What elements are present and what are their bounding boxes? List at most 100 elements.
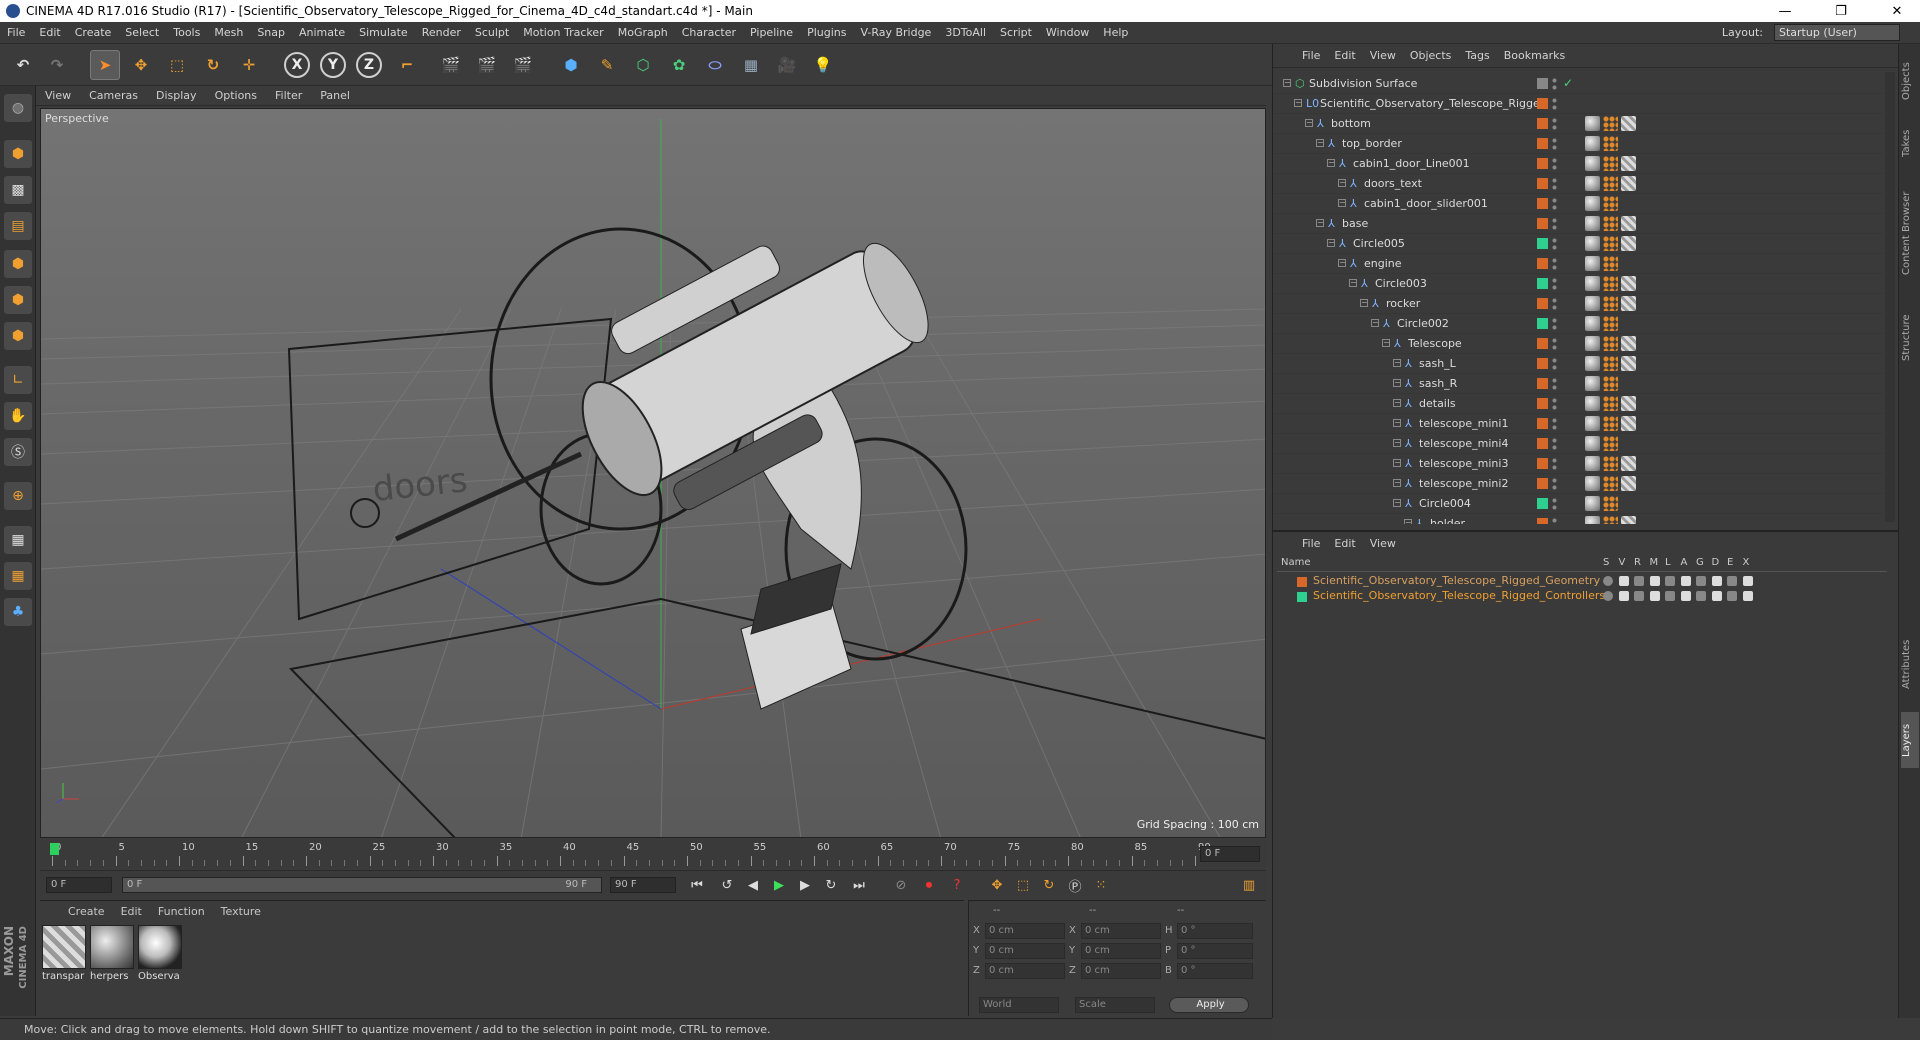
visibility-dots[interactable] bbox=[1552, 117, 1557, 131]
object-row[interactable]: − ⅄ sash_R bbox=[1273, 374, 1883, 394]
constraint-tag-icon[interactable] bbox=[1603, 436, 1618, 451]
visibility-dots[interactable] bbox=[1552, 97, 1557, 111]
deformer-icon[interactable]: ⬭ bbox=[700, 50, 730, 80]
texture-tag-icon[interactable] bbox=[1621, 516, 1636, 524]
layer-flag-icon[interactable] bbox=[1696, 576, 1706, 586]
scale-tool-icon[interactable]: ⬚ bbox=[162, 50, 192, 80]
layer-color-swatch[interactable] bbox=[1537, 218, 1548, 229]
phong-tag-icon[interactable] bbox=[1585, 176, 1600, 191]
render-settings-icon[interactable]: 🎬 bbox=[508, 50, 538, 80]
layer-flag-icon[interactable] bbox=[1603, 576, 1613, 586]
object-menu-tags[interactable]: Tags bbox=[1458, 49, 1496, 62]
layer-color-swatch[interactable] bbox=[1537, 518, 1548, 524]
expand-toggle-icon[interactable]: − bbox=[1393, 379, 1401, 387]
constraint-tag-icon[interactable] bbox=[1603, 516, 1618, 524]
texture-tag-icon[interactable] bbox=[1621, 156, 1636, 171]
constraint-tag-icon[interactable] bbox=[1603, 496, 1618, 511]
layer-color-swatch[interactable] bbox=[1537, 338, 1548, 349]
layer-flag-icon[interactable] bbox=[1742, 576, 1753, 586]
expand-toggle-icon[interactable]: − bbox=[1305, 119, 1313, 127]
menu-plugins[interactable]: Plugins bbox=[800, 26, 853, 39]
layer-color-swatch[interactable] bbox=[1297, 592, 1307, 602]
phong-tag-icon[interactable] bbox=[1585, 256, 1600, 271]
viewport-menu-cameras[interactable]: Cameras bbox=[80, 89, 147, 102]
texture-tag-icon[interactable] bbox=[1621, 356, 1636, 371]
constraint-tag-icon[interactable] bbox=[1603, 476, 1618, 491]
object-row[interactable]: − ⅄ cabin1_door_slider001 bbox=[1273, 194, 1883, 214]
constraint-tag-icon[interactable] bbox=[1603, 336, 1618, 351]
menu-tools[interactable]: Tools bbox=[166, 26, 207, 39]
constraint-tag-icon[interactable] bbox=[1603, 216, 1618, 231]
menu-3dtoall[interactable]: 3DToAll bbox=[938, 26, 993, 39]
expand-toggle-icon[interactable]: − bbox=[1393, 499, 1401, 507]
subdivision-icon[interactable]: ⬡ bbox=[628, 50, 658, 80]
layer-color-swatch[interactable] bbox=[1537, 358, 1548, 369]
expand-toggle-icon[interactable]: − bbox=[1338, 199, 1346, 207]
light-icon[interactable]: 💡 bbox=[808, 50, 838, 80]
key-param-icon[interactable]: Ⓟ bbox=[1064, 875, 1086, 895]
layer-color-swatch[interactable] bbox=[1537, 278, 1548, 289]
expand-toggle-icon[interactable]: − bbox=[1393, 439, 1401, 447]
side-tab-objects[interactable]: Objects bbox=[1901, 50, 1919, 113]
coord-field[interactable]: 0 ° bbox=[1177, 943, 1253, 959]
start-frame-field[interactable]: 0 F bbox=[46, 877, 112, 893]
autokey-icon[interactable]: ⏺ bbox=[918, 875, 940, 895]
constraint-tag-icon[interactable] bbox=[1603, 116, 1618, 131]
camera-icon[interactable]: 🎥 bbox=[772, 50, 802, 80]
prev-frame-icon[interactable]: ◀ bbox=[742, 875, 764, 895]
move-tool-icon[interactable]: ✥ bbox=[126, 50, 156, 80]
constraint-tag-icon[interactable] bbox=[1603, 176, 1618, 191]
layer-menu-edit[interactable]: Edit bbox=[1327, 537, 1362, 550]
texture-tag-icon[interactable] bbox=[1621, 336, 1636, 351]
phong-tag-icon[interactable] bbox=[1585, 296, 1600, 311]
layer-color-swatch[interactable] bbox=[1537, 78, 1548, 89]
lock-workplane-icon[interactable]: ▦ bbox=[4, 526, 32, 554]
python-icon[interactable]: ♣ bbox=[4, 598, 32, 626]
visibility-dots[interactable] bbox=[1552, 457, 1557, 471]
edges-mode-icon[interactable]: ⬢ bbox=[4, 286, 32, 314]
object-row[interactable]: − ⅄ sash_L bbox=[1273, 354, 1883, 374]
expand-toggle-icon[interactable]: − bbox=[1393, 359, 1401, 367]
pen-spline-icon[interactable]: ✎ bbox=[592, 50, 622, 80]
object-row[interactable]: − ⅄ telescope_mini2 bbox=[1273, 474, 1883, 494]
enabled-check-icon[interactable]: ✓ bbox=[1563, 76, 1573, 90]
material-menu-edit[interactable]: Edit bbox=[113, 905, 150, 918]
floor-icon[interactable]: ▦ bbox=[736, 50, 766, 80]
menu-motion-tracker[interactable]: Motion Tracker bbox=[516, 26, 610, 39]
object-row[interactable]: − ⅄ Telescope bbox=[1273, 334, 1883, 354]
object-menu-file[interactable]: File bbox=[1295, 49, 1327, 62]
phong-tag-icon[interactable] bbox=[1585, 316, 1600, 331]
viewport-menu-view[interactable]: View bbox=[36, 89, 80, 102]
object-row[interactable]: − ⅄ details bbox=[1273, 394, 1883, 414]
object-row[interactable]: − ⅄ telescope_mini3 bbox=[1273, 454, 1883, 474]
layer-flag-icon[interactable] bbox=[1649, 576, 1660, 586]
viewport-menu-display[interactable]: Display bbox=[147, 89, 206, 102]
layer-flag-icon[interactable] bbox=[1727, 591, 1737, 601]
cloner-icon[interactable]: ✿ bbox=[664, 50, 694, 80]
layer-color-swatch[interactable] bbox=[1537, 458, 1548, 469]
layer-flag-icon[interactable] bbox=[1711, 576, 1722, 586]
layer-flag-icon[interactable] bbox=[1649, 591, 1660, 601]
key-position-icon[interactable]: ✥ bbox=[986, 875, 1008, 895]
layer-color-swatch[interactable] bbox=[1537, 238, 1548, 249]
key-scale-icon[interactable]: ⬚ bbox=[1012, 875, 1034, 895]
object-row[interactable]: − ⬡ Subdivision Surface ✓ bbox=[1273, 74, 1883, 94]
visibility-dots[interactable] bbox=[1552, 517, 1557, 524]
x-axis-lock[interactable]: X bbox=[282, 50, 312, 80]
expand-toggle-icon[interactable]: − bbox=[1294, 99, 1302, 107]
phong-tag-icon[interactable] bbox=[1585, 376, 1600, 391]
next-frame-icon[interactable]: ▶ bbox=[794, 875, 816, 895]
layer-color-swatch[interactable] bbox=[1537, 478, 1548, 489]
menu-mesh[interactable]: Mesh bbox=[207, 26, 250, 39]
expand-toggle-icon[interactable]: − bbox=[1393, 399, 1401, 407]
layer-flag-icon[interactable] bbox=[1618, 576, 1629, 586]
object-menu-objects[interactable]: Objects bbox=[1403, 49, 1459, 62]
visibility-dots[interactable] bbox=[1552, 157, 1557, 171]
coord-field[interactable]: 0 cm bbox=[1081, 923, 1161, 939]
restore-button[interactable]: ❐ bbox=[1818, 0, 1864, 22]
expand-toggle-icon[interactable]: − bbox=[1393, 479, 1401, 487]
object-menu-edit[interactable]: Edit bbox=[1327, 49, 1362, 62]
undo-icon[interactable]: ↶ bbox=[8, 50, 38, 80]
layer-flag-icon[interactable] bbox=[1618, 591, 1629, 601]
transform-tool-icon[interactable]: ✛ bbox=[234, 50, 264, 80]
